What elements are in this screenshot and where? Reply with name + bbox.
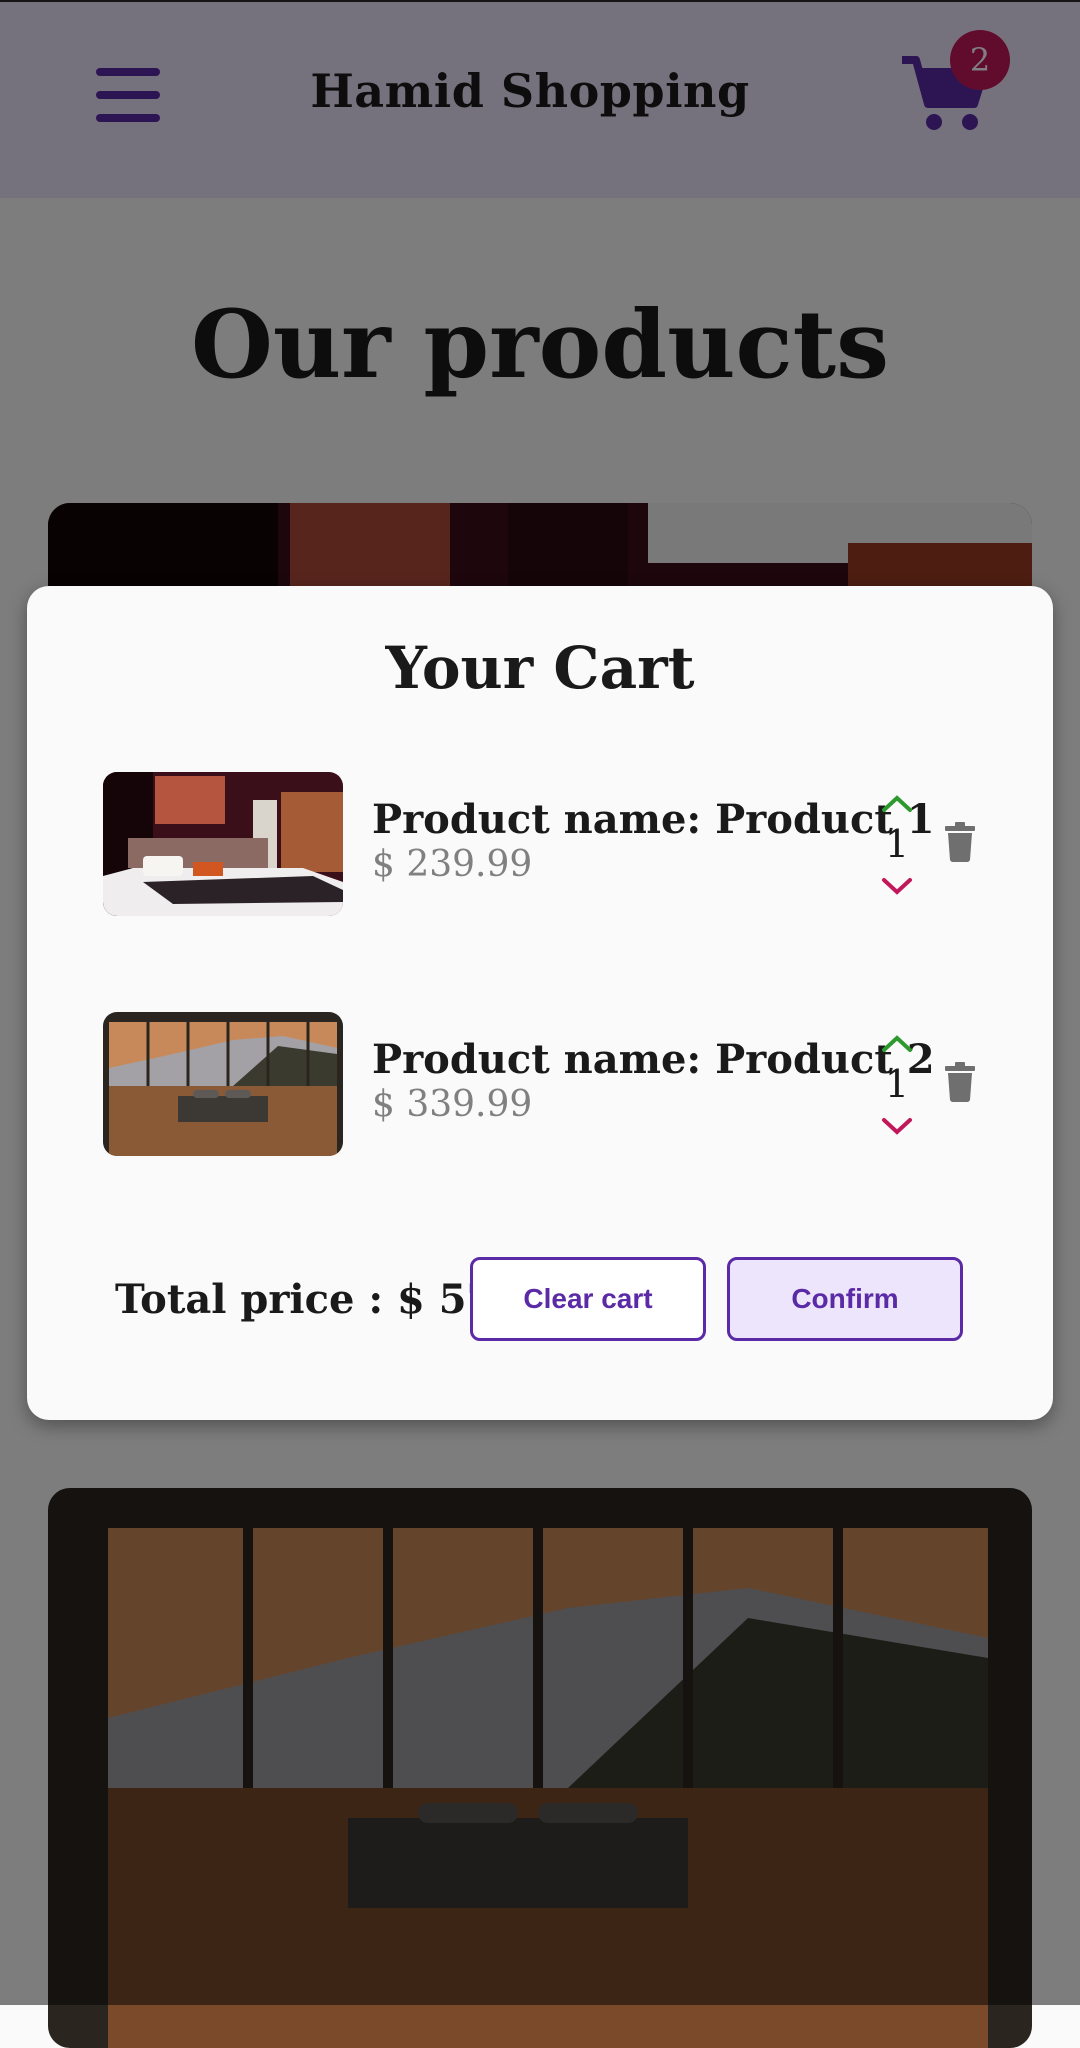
cart-item-price: $ 339.99 (372, 1084, 533, 1125)
chevron-down-icon[interactable] (880, 876, 914, 898)
total-price: Total price : $ 578 (115, 1276, 523, 1323)
cart-item: Product name: Product 2 $ 339.99 1 (27, 1012, 1053, 1162)
cart-item-price: $ 239.99 (372, 844, 533, 885)
confirm-button[interactable]: Confirm (727, 1257, 963, 1341)
chevron-down-icon[interactable] (880, 1116, 914, 1138)
quantity-value: 1 (884, 1062, 910, 1106)
cart-item: Product name: Product 1 $ 239.99 1 (27, 772, 1053, 922)
product-thumbnail (103, 772, 343, 916)
trash-icon[interactable] (943, 1062, 977, 1102)
chevron-up-icon[interactable] (880, 792, 914, 814)
chevron-up-icon[interactable] (880, 1032, 914, 1054)
quantity-value: 1 (884, 822, 910, 866)
trash-icon[interactable] (943, 822, 977, 862)
cart-title: Your Cart (385, 634, 695, 702)
cart-item-name: Product name: Product 2 (372, 1036, 935, 1083)
cart-item-name: Product name: Product 1 (372, 796, 935, 843)
clear-cart-button[interactable]: Clear cart (470, 1257, 706, 1341)
cart-modal: Your Cart Product name: Product 1 $ 239.… (27, 586, 1053, 1420)
product-thumbnail (103, 1012, 343, 1156)
